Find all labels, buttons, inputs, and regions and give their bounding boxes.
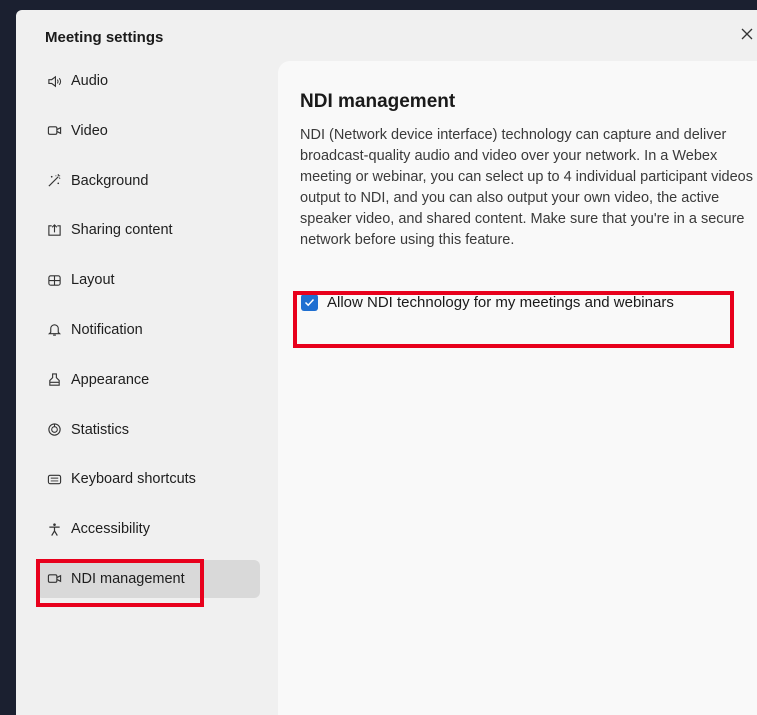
share-screen-icon <box>46 222 62 238</box>
sidebar-item-label: Notification <box>71 321 143 338</box>
layout-grid-icon <box>46 272 62 288</box>
sidebar-item-accessibility[interactable]: Accessibility <box>36 510 260 548</box>
close-button[interactable] <box>735 24 757 48</box>
sidebar-item-label: Statistics <box>71 421 130 438</box>
accessibility-icon <box>46 521 62 537</box>
dialog-title: Meeting settings <box>45 29 164 46</box>
content-panel: NDI management NDI (Network device inter… <box>278 61 757 715</box>
description-text: NDI (Network device interface) technolog… <box>300 127 757 248</box>
sidebar-item-layout[interactable]: Layout <box>36 261 260 299</box>
sidebar-item-notification[interactable]: Notification <box>36 311 260 349</box>
sidebar-item-label: Accessibility <box>71 521 150 538</box>
sidebar-item-background[interactable]: Background <box>36 162 260 200</box>
sidebar-item-sharing-content[interactable]: Sharing content <box>36 211 260 249</box>
sidebar-item-label: Keyboard shortcuts <box>71 471 196 488</box>
checkmark-icon <box>304 298 315 307</box>
sidebar-item-label: NDI management <box>71 570 185 587</box>
video-camera-icon <box>46 123 62 139</box>
sidebar-item-ndi-management[interactable]: NDI management <box>36 559 260 598</box>
sidebar-item-label: Video <box>71 122 108 139</box>
sidebar-item-label: Layout <box>71 272 115 289</box>
allow-ndi-checkbox-row[interactable]: Allow NDI technology for my meetings and… <box>301 294 674 311</box>
close-icon <box>741 27 753 45</box>
allow-ndi-checkbox[interactable] <box>301 294 318 311</box>
sidebar-item-video[interactable]: Video <box>36 112 260 150</box>
sidebar-item-audio[interactable]: Audio <box>36 62 260 100</box>
checkbox-label: Allow NDI technology for my meetings and… <box>327 294 674 311</box>
bell-icon <box>46 322 62 338</box>
statistics-icon <box>46 422 62 438</box>
sidebar-item-label: Appearance <box>71 371 150 388</box>
sidebar-item-label: Background <box>71 172 149 189</box>
video-camera-icon <box>46 571 62 587</box>
keyboard-icon <box>46 471 62 487</box>
meeting-settings-dialog: Meeting settings Audio Video Background <box>16 10 757 715</box>
background-wand-icon <box>46 173 62 189</box>
settings-sidebar: Audio Video Background Sharing content L… <box>36 62 260 610</box>
speaker-icon <box>46 73 62 89</box>
page-title: NDI management <box>300 91 456 112</box>
sidebar-item-label: Sharing content <box>71 222 173 239</box>
sidebar-item-statistics[interactable]: Statistics <box>36 411 260 449</box>
appearance-icon <box>46 372 62 388</box>
sidebar-item-keyboard-shortcuts[interactable]: Keyboard shortcuts <box>36 460 260 498</box>
sidebar-item-label: Audio <box>71 73 109 89</box>
sidebar-item-appearance[interactable]: Appearance <box>36 361 260 399</box>
